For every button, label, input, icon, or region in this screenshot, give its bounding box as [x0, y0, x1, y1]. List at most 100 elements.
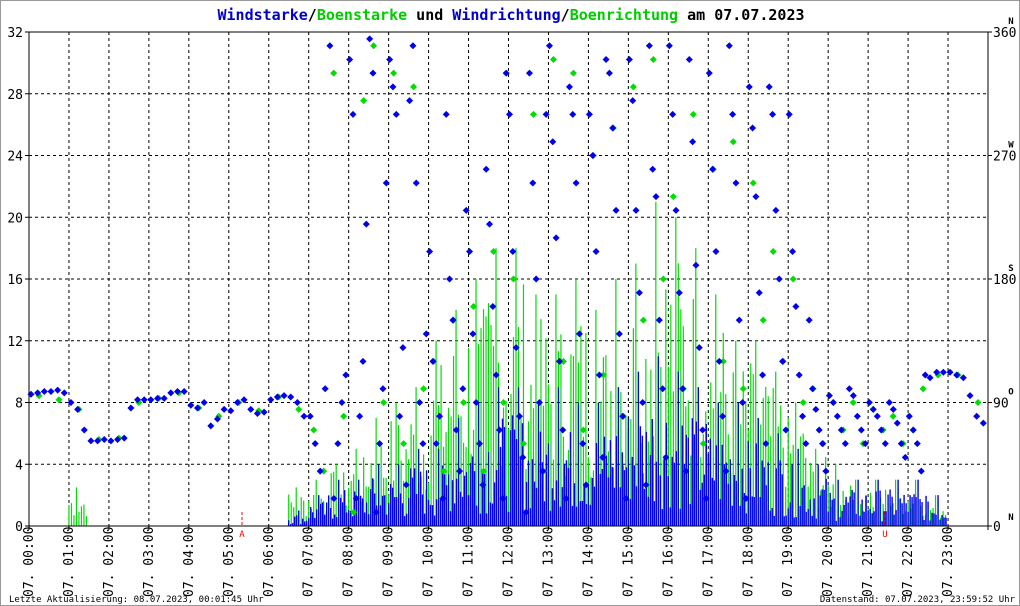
wind-direction-point [833, 412, 841, 420]
wind-direction-point [509, 248, 517, 256]
wind-direction-point [529, 179, 537, 187]
x-tick-label: 07. 09:00 [382, 527, 397, 597]
gust-direction-point [629, 83, 637, 91]
wind-direction-point [913, 440, 921, 448]
x-tick-label: 07. 06:00 [262, 527, 277, 597]
wind-direction-point [449, 316, 457, 324]
wind-direction-point [675, 289, 683, 297]
wind-direction-point [356, 412, 364, 420]
wind-direction-point [649, 165, 657, 173]
wind-direction-point [362, 220, 370, 228]
wind-direction-point [719, 412, 727, 420]
wind-direction-point [489, 302, 497, 310]
wind-direction-point [386, 55, 394, 63]
wind-direction-point [466, 248, 474, 256]
wind-direction-point [873, 412, 881, 420]
wind-direction-point [549, 138, 557, 146]
x-tick-label: 07. 19:00 [781, 527, 796, 597]
wind-direction-point [382, 179, 390, 187]
wind-direction-point [379, 385, 387, 393]
wind-direction-point [953, 371, 961, 379]
x-tick-label: 07. 14:00 [581, 527, 596, 597]
wind-direction-point [725, 42, 733, 50]
wind-direction-point [515, 412, 523, 420]
wind-direction-point [699, 426, 707, 434]
wind-direction-point [396, 412, 404, 420]
wind-direction-point [469, 330, 477, 338]
wind-direction-point [160, 394, 168, 402]
wind-direction-point [889, 405, 897, 413]
y-tick-label: 12 [7, 335, 23, 350]
wind-direction-point [233, 399, 241, 406]
wind-direction-point [287, 393, 295, 401]
wind-direction-point [705, 69, 713, 77]
x-tick-label: 07. 10:00 [422, 527, 437, 597]
wind-direction-point [293, 399, 301, 406]
wind-direction-point [689, 138, 697, 146]
wind-direction-point [652, 193, 660, 201]
wind-direction-point [789, 248, 797, 256]
x-tick-label: 07. 08:00 [342, 527, 357, 597]
wind-direction-point [805, 316, 813, 324]
wind-direction-point [799, 412, 807, 420]
x-tick-label: 07. 00:00 [22, 527, 37, 597]
wind-direction-point [585, 110, 593, 118]
wind-direction-point [612, 206, 620, 214]
wind-direction-point [359, 357, 367, 365]
wind-direction-point [349, 110, 357, 118]
wind-direction-point [40, 388, 48, 396]
gust-direction-point [340, 412, 348, 420]
wind-direction-point [605, 69, 613, 77]
gust-direction-point [729, 138, 737, 146]
gust-direction-point [649, 55, 657, 63]
gust-direction-point [669, 193, 677, 201]
y2-tick-label: 360 [993, 26, 1016, 41]
wind-direction-point [120, 434, 128, 442]
title-part-4: Windrichtung [452, 6, 560, 24]
wind-direction-point [893, 419, 901, 427]
wind-direction-point [792, 302, 800, 310]
wind-direction-point [399, 344, 407, 352]
x-tick-label: 07. 18:00 [741, 527, 756, 597]
gust-direction-point [295, 405, 303, 413]
wind-direction-point [342, 371, 350, 379]
wind-direction-point [306, 412, 314, 420]
gust-direction-point [769, 248, 777, 256]
wind-direction-point [885, 399, 893, 406]
gust-direction-point [330, 69, 338, 77]
wind-direction-point [966, 392, 974, 400]
wind-direction-point [280, 392, 288, 400]
wind-direction-point [321, 385, 329, 393]
compass-label: S [1008, 264, 1013, 274]
title-part-6: Boenrichtung [570, 6, 678, 24]
wind-direction-point [525, 69, 533, 77]
wind-direction-point [422, 330, 430, 338]
x-tick-label: 07. 04:00 [182, 527, 197, 597]
gust-direction-point [974, 399, 982, 406]
wind-direction-point [416, 399, 424, 406]
wind-direction-point [565, 83, 573, 91]
wind-direction-point [247, 405, 255, 413]
wind-direction-point [220, 405, 228, 413]
wind-direction-point [180, 388, 188, 396]
wind-direction-point [659, 385, 667, 393]
wind-direction-point [881, 440, 889, 448]
wind-direction-point [715, 357, 723, 365]
wind-direction-point [273, 393, 281, 401]
wind-direction-point [595, 371, 603, 379]
gust-direction-point [460, 399, 468, 406]
compass-label: N [1008, 513, 1013, 523]
wind-direction-point [759, 371, 767, 379]
wind-direction-point [579, 440, 587, 448]
gust-direction-point [739, 385, 747, 393]
wind-direction-point [609, 124, 617, 132]
wind-direction-point [559, 426, 567, 434]
gust-direction-point [380, 399, 388, 406]
direction-points [27, 35, 987, 516]
wind-direction-point [334, 440, 342, 448]
wind-direction-point [389, 83, 397, 91]
y2-tick-label: 90 [993, 397, 1009, 412]
wind-direction-point [436, 412, 444, 420]
gust-direction-point [370, 42, 378, 50]
x-tick-label: 07. 16:00 [661, 527, 676, 597]
